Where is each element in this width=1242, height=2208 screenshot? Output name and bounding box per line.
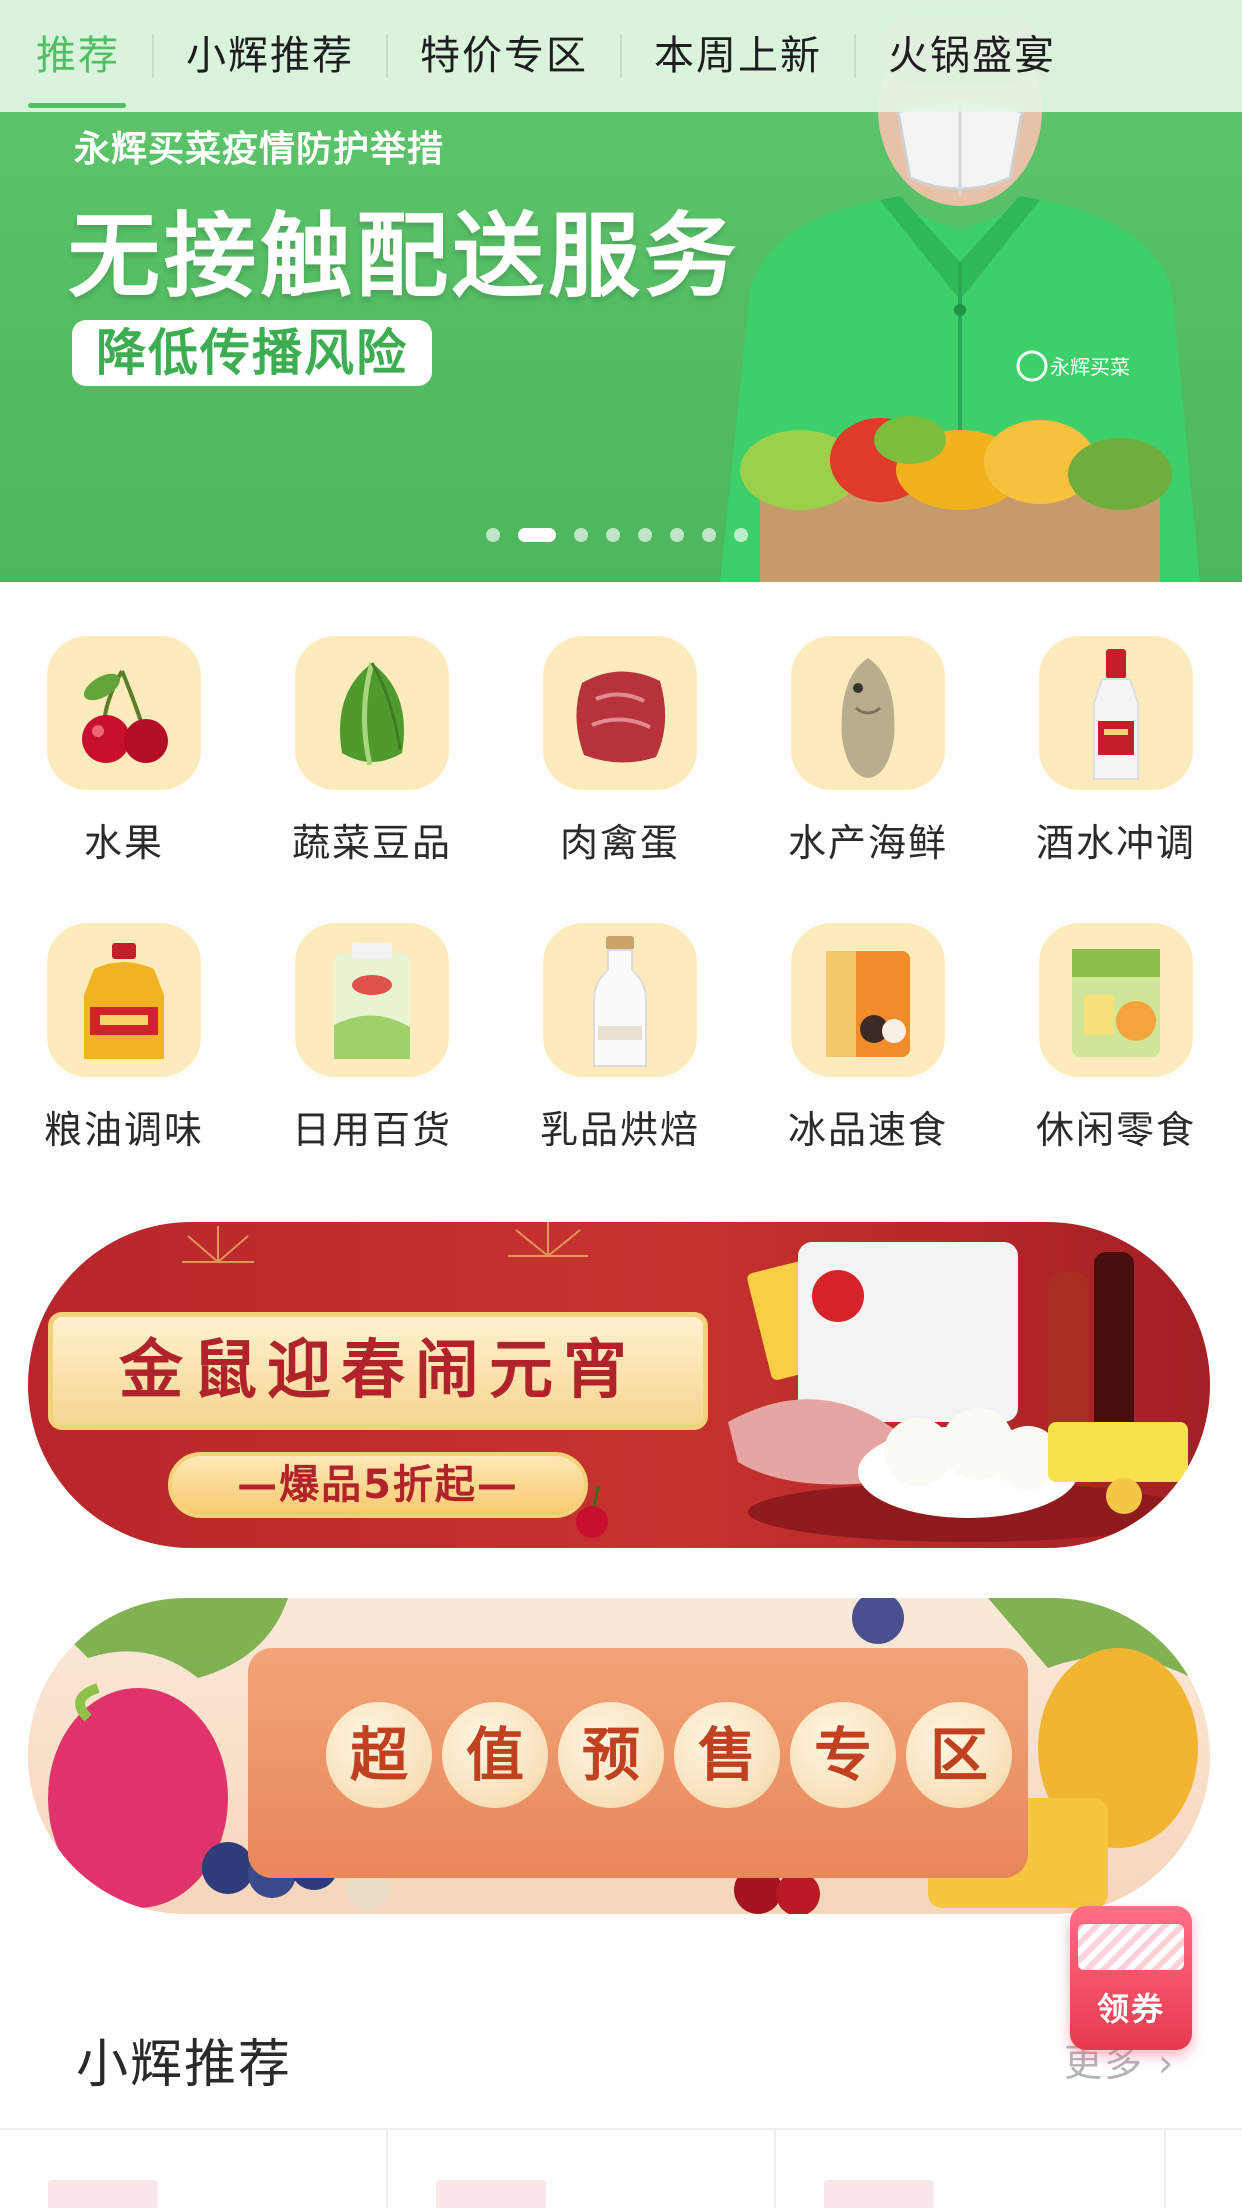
presale-title-char: 专 — [790, 1702, 896, 1808]
coupon-label: 领券 — [1096, 1990, 1165, 2028]
category-label: 蔬菜豆品 — [291, 821, 452, 865]
product-card-row — [0, 2128, 1242, 2208]
cherry-decoration-icon — [576, 1485, 608, 1538]
carousel-dot[interactable] — [638, 528, 652, 542]
category-tab-bar: 推荐 小辉推荐 特价专区 本周上新 火锅盛宴 — [0, 0, 1242, 112]
banner-title: 金鼠迎春闹元宵 — [48, 1312, 708, 1430]
carousel-dot[interactable] — [606, 528, 620, 542]
hero-headline: 无接触配送服务 — [68, 203, 741, 310]
carousel-dot[interactable] — [670, 528, 684, 542]
snack-bag-icon — [1072, 949, 1160, 1057]
presale-title-char: 预 — [558, 1702, 664, 1808]
category-label: 水产海鲜 — [787, 821, 948, 865]
category-label: 酒水冲调 — [1035, 821, 1196, 865]
presale-title-char: 超 — [326, 1702, 432, 1808]
coupon-ticket-icon — [1078, 1924, 1184, 1970]
card-divider — [1164, 2130, 1166, 2208]
category-tile — [1039, 923, 1193, 1077]
milk-bottle-icon — [593, 936, 647, 1067]
card-divider — [386, 2130, 388, 2208]
hero-kicker: 永辉买菜疫情防护举措 — [74, 129, 445, 170]
category-tile — [295, 636, 449, 790]
card-divider — [774, 2130, 776, 2208]
category-fruit[interactable]: 水果 — [0, 636, 248, 867]
category-tile — [791, 923, 945, 1077]
presale-title: 超 值 预 售 专 区 — [326, 1702, 1012, 1808]
festival-food-illustration — [728, 1242, 1188, 1542]
tissue-pack-icon — [334, 943, 410, 1059]
category-frozen[interactable]: 冰品速食 — [744, 923, 992, 1154]
category-label: 水果 — [83, 821, 164, 865]
category-label: 肉禽蛋 — [559, 821, 680, 865]
hero-carousel-dots — [486, 528, 748, 542]
tab-hotpot[interactable]: 火锅盛宴 — [856, 0, 1088, 112]
category-tile — [1039, 636, 1193, 790]
cherry-icon — [82, 670, 168, 763]
lettuce-icon — [340, 662, 404, 766]
home-page: 永辉买菜疫情防护举措 无接触配送服务 降低传播风险 永辉买菜 推荐 小辉推荐 特… — [0, 0, 1242, 2208]
coupon-button[interactable]: 领券 — [1070, 1906, 1192, 2050]
category-label: 冰品速食 — [787, 1108, 948, 1152]
category-tile — [543, 636, 697, 790]
category-dairy-bakery[interactable]: 乳品烘焙 — [496, 923, 744, 1154]
category-label: 日用百货 — [291, 1108, 452, 1152]
presale-title-char: 值 — [442, 1702, 548, 1808]
category-tile — [295, 923, 449, 1077]
category-label: 粮油调味 — [43, 1108, 204, 1152]
category-meat-eggs[interactable]: 肉禽蛋 — [496, 636, 744, 867]
category-tile — [47, 636, 201, 790]
tab-new-this-week[interactable]: 本周上新 — [622, 0, 854, 112]
category-label: 休闲零食 — [1035, 1108, 1196, 1152]
oil-bottle-icon — [84, 943, 164, 1059]
liquor-bottle-icon — [1093, 649, 1139, 780]
category-vegetables[interactable]: 蔬菜豆品 — [248, 636, 496, 867]
steak-icon — [576, 671, 666, 763]
category-snacks[interactable]: 休闲零食 — [992, 923, 1240, 1154]
category-tile — [47, 923, 201, 1077]
category-label: 乳品烘焙 — [539, 1108, 700, 1152]
lantern-festival-banner[interactable]: 金鼠迎春闹元宵 —爆品5折起— — [28, 1222, 1210, 1548]
banner-subtitle: —爆品5折起— — [168, 1452, 588, 1518]
category-grid: 水果 蔬菜豆品 肉禽蛋 水产海鲜 酒水冲调 粮油调味 日用百货 乳品烘焙 冰品速… — [0, 636, 1242, 1154]
tab-recommend[interactable]: 推荐 — [0, 0, 152, 112]
category-grain-oil[interactable]: 粮油调味 — [0, 923, 248, 1154]
product-card[interactable] — [48, 2180, 158, 2208]
carousel-dot[interactable] — [486, 528, 500, 542]
category-tile — [791, 636, 945, 790]
carousel-dot[interactable] — [702, 528, 716, 542]
section-title: 小辉推荐 — [76, 2035, 293, 2095]
presale-title-char: 区 — [906, 1702, 1012, 1808]
product-card[interactable] — [436, 2180, 546, 2208]
presale-title-char: 售 — [674, 1702, 780, 1808]
carousel-dot-active[interactable] — [518, 528, 556, 542]
carousel-dot[interactable] — [734, 528, 748, 542]
tab-specials[interactable]: 特价专区 — [388, 0, 620, 112]
carousel-dot[interactable] — [574, 528, 588, 542]
hero-pill: 降低传播风险 — [72, 320, 432, 386]
category-household[interactable]: 日用百货 — [248, 923, 496, 1154]
category-seafood[interactable]: 水产海鲜 — [744, 636, 992, 867]
product-card[interactable] — [824, 2180, 934, 2208]
presale-banner[interactable]: 超 值 预 售 专 区 — [28, 1598, 1210, 1914]
dumpling-bag-icon — [826, 951, 910, 1057]
fish-icon — [841, 658, 895, 778]
tab-xiaohui-picks[interactable]: 小辉推荐 — [154, 0, 386, 112]
category-drinks[interactable]: 酒水冲调 — [992, 636, 1240, 867]
jacket-logo-text: 永辉买菜 — [1050, 356, 1130, 379]
category-tile — [543, 923, 697, 1077]
